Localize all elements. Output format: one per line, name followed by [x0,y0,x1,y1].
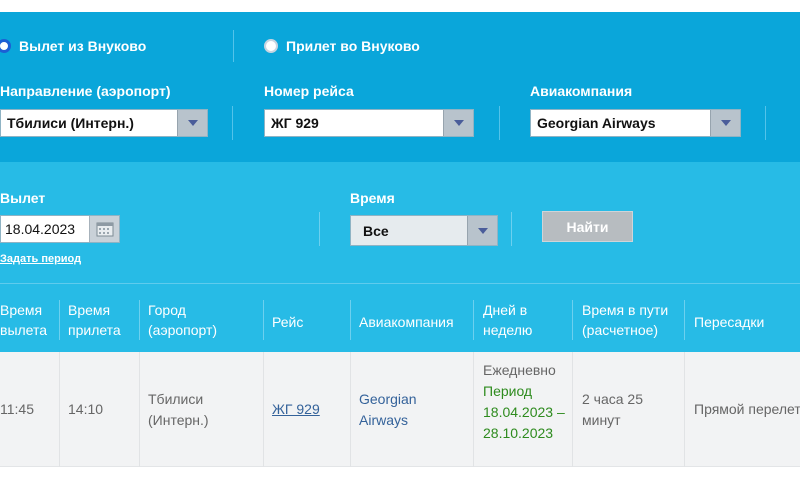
cell-flight-link[interactable]: ЖГ 929 [272,399,320,420]
time-select[interactable]: Все [350,215,498,246]
radio-arrival[interactable]: Прилет во Внуково [264,38,420,54]
header-column-divider [684,300,685,340]
chevron-down-icon[interactable] [177,110,207,136]
airline-label: Авиакомпания [530,83,633,99]
header-column-divider [139,300,140,340]
header-days: Дней в неделю [483,302,533,338]
time-label: Время [350,190,395,206]
header-departure-time: Время вылета [0,302,48,338]
row-column-divider [684,352,685,467]
cell-transfers: Прямой перелет [694,401,800,417]
header-column-divider [59,300,60,340]
radio-unchecked-icon [264,39,278,53]
cell-days: Ежедневно Период 18.04.2023 – 28.10.2023 [483,360,568,444]
time-value: Все [363,222,389,239]
flight-select[interactable]: ЖГ 929 [264,109,474,137]
row-column-divider [263,352,264,467]
header-column-divider [350,300,351,340]
row-column-divider [59,352,60,467]
vertical-divider [511,212,512,246]
chevron-down-icon[interactable] [710,110,740,136]
header-flight: Рейс [272,314,304,330]
vertical-divider [232,106,233,140]
airport-label: Направление (аэропорт) [0,83,171,99]
cell-city: Тбилиси (Интерн.) [148,391,209,428]
row-column-divider [139,352,140,467]
row-column-divider [350,352,351,467]
header-duration: Время в пути (расчетное) [582,302,669,338]
panel-divider [0,283,800,284]
vertical-divider [233,30,234,62]
row-column-divider [473,352,474,467]
row-column-divider [572,352,573,467]
top-strip [0,0,800,12]
header-city: Город (аэропорт) [148,302,218,338]
header-transfers: Пересадки [694,314,765,330]
flight-value: ЖГ 929 [271,115,319,131]
radio-checked-icon [0,39,11,53]
header-column-divider [263,300,264,340]
cell-airline: Georgian Airways [359,391,417,428]
vertical-divider [499,106,500,140]
cell-duration: 2 часа 25 минут [582,391,644,428]
airport-value: Тбилиси (Интерн.) [7,115,134,131]
header-column-divider [473,300,474,340]
header-column-divider [572,300,573,340]
departure-label: Вылет [0,190,46,206]
cell-departure: 11:45 [0,401,34,417]
departure-date-value: 18.04.2023 [5,221,76,237]
cell-period: Период 18.04.2023 – 28.10.2023 [483,383,565,441]
airline-select[interactable]: Georgian Airways [530,109,741,137]
search-button[interactable]: Найти [542,211,633,242]
set-period-link[interactable]: Задать период [0,253,81,265]
radio-arrival-label: Прилет во Внуково [286,38,420,54]
header-arrival-time: Время прилета [68,302,121,338]
header-airline: Авиакомпания [359,314,454,330]
chevron-down-icon[interactable] [467,216,497,245]
table-row: 11:45 14:10 Тбилиси (Интерн.) ЖГ 929 Geo… [0,352,800,467]
cell-arrival: 14:10 [68,401,104,417]
cell-days-text: Ежедневно [483,362,556,378]
radio-departure[interactable]: Вылет из Внуково [0,38,146,54]
vertical-divider [765,106,766,140]
departure-date-input[interactable]: 18.04.2023 [0,215,120,243]
calendar-icon[interactable] [89,216,119,242]
flight-label: Номер рейса [264,83,354,99]
chevron-down-icon[interactable] [443,110,473,136]
airline-value: Georgian Airways [537,115,656,131]
radio-departure-label: Вылет из Внуково [19,38,147,54]
airport-select[interactable]: Тбилиси (Интерн.) [0,109,208,137]
vertical-divider [319,212,320,246]
